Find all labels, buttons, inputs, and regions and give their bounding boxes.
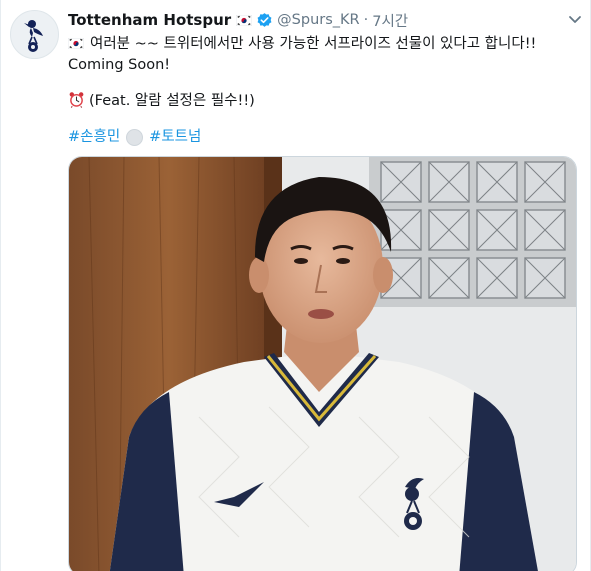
tweet-text: 여러분 ~~ 트위터에서만 사용 가능한 서프라이즈 선물이 있다고 합니다!!… <box>68 34 578 112</box>
tweet-text-line-1-content: 여러분 ~~ 트위터에서만 사용 가능한 서프라이즈 선물이 있다고 합니다!! <box>90 36 537 52</box>
tweet-text-line-3: (Feat. 알람 설정은 필수!!) <box>68 91 578 112</box>
video-frame <box>69 157 576 571</box>
display-name[interactable]: Tottenham Hotspur <box>68 11 231 29</box>
tweet-timestamp[interactable]: 7시간 <box>372 10 408 31</box>
tweet-text-line-2: Coming Soon! <box>68 57 171 73</box>
verified-badge-icon <box>257 12 272 27</box>
tweet-header: Tottenham Hotspur @Spurs_KR · 7시간 <box>68 10 578 30</box>
tweet-text-line-3-content: (Feat. 알람 설정은 필수!!) <box>89 93 255 109</box>
south-korea-flag-icon <box>236 14 253 26</box>
hashtag-son-heung-min[interactable]: #손흥민 <box>68 127 120 148</box>
spurs-cockerel-logo <box>23 19 43 52</box>
avatar[interactable] <box>10 10 59 59</box>
tweet-text-line-1: 여러분 ~~ 트위터에서만 사용 가능한 서프라이즈 선물이 있다고 합니다!! <box>68 34 578 55</box>
soccer-ball-icon <box>126 129 144 146</box>
user-handle[interactable]: @Spurs_KR <box>277 12 359 28</box>
mirror-wall-art <box>369 157 576 307</box>
hashtag-tottenham[interactable]: #토트넘 <box>149 127 201 148</box>
tweet[interactable]: Tottenham Hotspur @Spurs_KR · 7시간 여러분 ~~… <box>0 0 591 571</box>
header-separator: · <box>363 12 369 28</box>
south-korea-flag-icon <box>68 38 84 49</box>
tweet-video[interactable] <box>68 156 577 571</box>
chevron-down-icon[interactable] <box>564 10 586 30</box>
hashtag-row: #손흥민 #토트넘 <box>68 127 578 148</box>
alarm-clock-icon <box>69 92 84 108</box>
